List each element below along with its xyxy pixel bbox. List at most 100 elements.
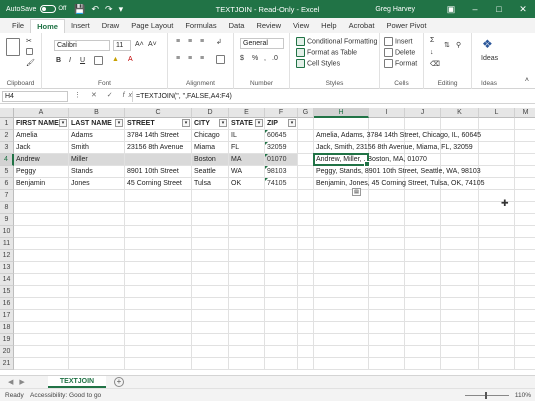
grid-cell[interactable] xyxy=(69,334,125,346)
grid-cell[interactable] xyxy=(369,322,405,334)
accessibility-status[interactable]: Accessibility: Good to go xyxy=(30,392,101,399)
grid-cell[interactable] xyxy=(192,310,229,322)
grid-cell[interactable] xyxy=(369,118,405,130)
grid-cell[interactable] xyxy=(298,334,314,346)
borders-icon[interactable] xyxy=(94,56,105,65)
grid-cell[interactable] xyxy=(229,250,265,262)
cell-styles-button[interactable]: Cell Styles xyxy=(296,59,340,68)
row-header-2[interactable]: 2 xyxy=(0,130,14,142)
font-color-icon[interactable]: A xyxy=(128,56,133,63)
grid-cell[interactable] xyxy=(265,322,298,334)
clear-icon[interactable]: ⌫ xyxy=(430,60,440,68)
table-cell[interactable]: FL xyxy=(229,142,265,154)
grid-cell[interactable] xyxy=(314,310,369,322)
paste-icon[interactable] xyxy=(6,38,22,56)
grid-cell[interactable] xyxy=(441,262,479,274)
grid-cell[interactable] xyxy=(515,334,535,346)
grid-cell[interactable] xyxy=(69,226,125,238)
filter-dropdown-icon[interactable]: ▾ xyxy=(255,119,263,127)
grid-cell[interactable] xyxy=(192,334,229,346)
grid-cell[interactable] xyxy=(14,334,69,346)
grid-cell[interactable] xyxy=(314,262,369,274)
grid-cell[interactable] xyxy=(314,250,369,262)
grid-cell[interactable] xyxy=(298,190,314,202)
grid-cell[interactable] xyxy=(441,310,479,322)
grid-cell[interactable] xyxy=(192,238,229,250)
grid-cell[interactable] xyxy=(229,262,265,274)
align-left-icon[interactable]: ≡ xyxy=(176,55,180,62)
fill-icon[interactable]: ↓ xyxy=(430,49,434,56)
ideas-button[interactable]: Ideas xyxy=(481,55,498,62)
grid-cell[interactable] xyxy=(298,286,314,298)
grid-cell[interactable] xyxy=(314,226,369,238)
align-bottom-icon[interactable]: ≡ xyxy=(200,38,204,45)
table-cell[interactable]: 8901 10th Street xyxy=(125,166,192,178)
grid-cell[interactable] xyxy=(515,274,535,286)
grid-cell[interactable] xyxy=(229,286,265,298)
grid-cell[interactable] xyxy=(265,298,298,310)
grid-cell[interactable] xyxy=(69,190,125,202)
grid-cell[interactable] xyxy=(192,262,229,274)
grid-cell[interactable] xyxy=(405,298,441,310)
grid-cell[interactable] xyxy=(314,118,369,130)
align-middle-icon[interactable]: ≡ xyxy=(188,38,192,45)
grid-cell[interactable] xyxy=(479,118,515,130)
grid-cell[interactable] xyxy=(125,298,192,310)
grid-cell[interactable] xyxy=(125,250,192,262)
grid-cell[interactable] xyxy=(369,238,405,250)
table-header-cell[interactable]: STATE ▾ xyxy=(229,118,265,130)
grid-cell[interactable] xyxy=(515,226,535,238)
maximize-icon[interactable]: □ xyxy=(487,0,511,18)
row-header-16[interactable]: 16 xyxy=(0,298,14,310)
grid-cell[interactable] xyxy=(229,190,265,202)
table-cell[interactable]: OK xyxy=(229,178,265,190)
grid-cell[interactable] xyxy=(298,346,314,358)
grid-cell[interactable] xyxy=(405,322,441,334)
grid-cell[interactable] xyxy=(515,262,535,274)
grid-cell[interactable] xyxy=(192,190,229,202)
grid-cell[interactable] xyxy=(405,358,441,370)
column-header-m[interactable]: M xyxy=(515,108,535,118)
sort-filter-icon[interactable]: ⇅ xyxy=(444,41,450,49)
grid-cell[interactable] xyxy=(192,214,229,226)
grid-cell[interactable] xyxy=(125,274,192,286)
font-size-select[interactable]: 11 xyxy=(113,40,131,51)
row-header-21[interactable]: 21 xyxy=(0,358,14,370)
grid-cell[interactable] xyxy=(265,238,298,250)
grid-cell[interactable] xyxy=(192,274,229,286)
save-icon[interactable]: 💾 xyxy=(74,4,85,15)
column-header-l[interactable]: L xyxy=(479,108,515,118)
underline-icon[interactable]: U xyxy=(80,57,85,64)
grid-cell[interactable] xyxy=(192,286,229,298)
table-cell[interactable]: 32059 xyxy=(265,142,298,154)
column-header-b[interactable]: B xyxy=(69,108,125,118)
name-box[interactable]: H4 xyxy=(2,91,68,102)
grid-cell[interactable] xyxy=(298,214,314,226)
table-cell[interactable]: Andrew xyxy=(14,154,69,166)
grid-cell[interactable] xyxy=(265,202,298,214)
grid-cell[interactable] xyxy=(479,298,515,310)
grid-cell[interactable] xyxy=(125,322,192,334)
grid-cell[interactable] xyxy=(405,274,441,286)
grid-cell[interactable] xyxy=(125,226,192,238)
row-header-5[interactable]: 5 xyxy=(0,166,14,178)
column-header-i[interactable]: I xyxy=(369,108,405,118)
grid-cell[interactable] xyxy=(298,298,314,310)
grid-cell[interactable] xyxy=(69,346,125,358)
grid-cell[interactable] xyxy=(229,298,265,310)
grid-cell[interactable] xyxy=(14,322,69,334)
format-as-table-button[interactable]: Format as Table xyxy=(296,48,357,57)
tab-page-layout[interactable]: Page Layout xyxy=(125,19,179,33)
grid-cell[interactable] xyxy=(405,262,441,274)
grid-cell[interactable] xyxy=(441,358,479,370)
grid-cell[interactable] xyxy=(14,190,69,202)
grid-cell[interactable] xyxy=(441,346,479,358)
copy-icon[interactable] xyxy=(26,48,35,55)
grid-cell[interactable] xyxy=(369,226,405,238)
grid-cell[interactable] xyxy=(298,166,314,178)
grid-cell[interactable] xyxy=(69,250,125,262)
grid-cell[interactable] xyxy=(69,322,125,334)
grid-cell[interactable] xyxy=(14,358,69,370)
close-icon[interactable]: ✕ xyxy=(511,0,535,18)
table-cell[interactable]: Jack xyxy=(14,142,69,154)
